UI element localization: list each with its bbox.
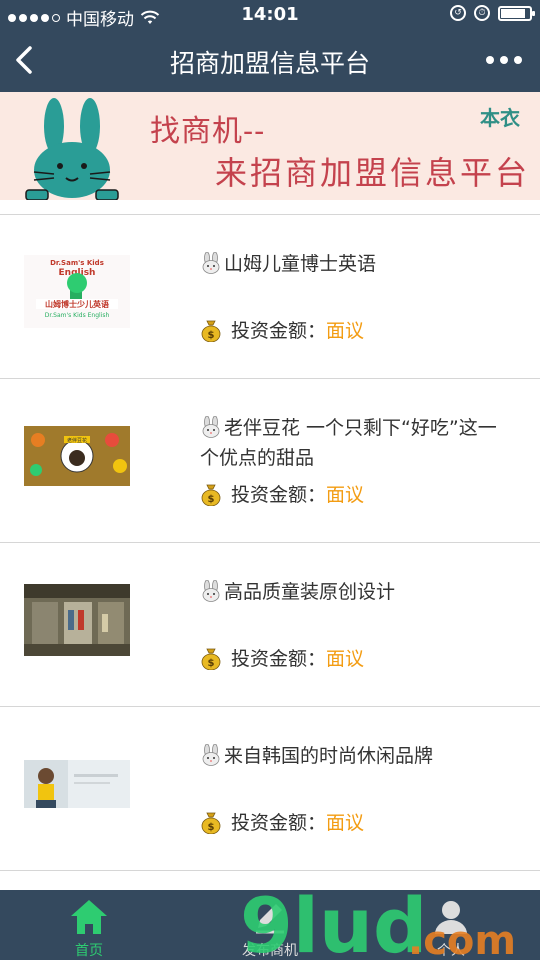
tab-label: 首页 bbox=[75, 943, 103, 959]
svg-text:Dr.Sam's Kids: Dr.Sam's Kids bbox=[50, 259, 104, 267]
item-thumbnail: 老伴豆花 bbox=[24, 426, 130, 486]
list-item[interactable]: 老伴豆花 老伴豆花 一个只剩下“好吃”这一个优点的甜品 $ 投资金额： 面议 bbox=[0, 379, 540, 543]
list-top-divider bbox=[0, 200, 540, 215]
money-bag-icon: $ bbox=[201, 484, 221, 506]
nav-bar: 招商加盟信息平台 bbox=[0, 30, 540, 92]
tab-bar: 首页 发布商机 个人 bbox=[0, 890, 540, 960]
svg-text:$: $ bbox=[208, 658, 215, 669]
page-title: 招商加盟信息平台 bbox=[169, 49, 370, 78]
svg-text:$: $ bbox=[208, 494, 215, 505]
item-thumbnail: Dr.Sam's Kids English 山姆博士少儿英语 Dr.Sam's … bbox=[24, 255, 130, 328]
item-invest: $ 投资金额： 面议 bbox=[200, 480, 364, 507]
franchise-list: Dr.Sam's Kids English 山姆博士少儿英语 Dr.Sam's … bbox=[0, 200, 540, 871]
rabbit-icon bbox=[202, 580, 220, 602]
invest-value: 面议 bbox=[326, 484, 365, 506]
item-thumbnail bbox=[24, 760, 130, 808]
home-icon bbox=[71, 900, 107, 934]
invest-label: 投资金额： bbox=[231, 320, 327, 342]
item-name-text: 来自韩国的时尚休闲品牌 bbox=[224, 745, 434, 767]
rabbit-icon bbox=[202, 252, 220, 274]
banner-line1: 找商机-- bbox=[150, 114, 266, 149]
item-name[interactable]: 老伴豆花 一个只剩下“好吃”这一个优点的甜品 bbox=[200, 413, 500, 473]
rabbit-icon bbox=[202, 744, 220, 766]
item-name[interactable]: 来自韩国的时尚休闲品牌 bbox=[200, 741, 500, 771]
thumb-title-text: 老伴豆花 bbox=[67, 437, 87, 444]
list-item[interactable]: 来自韩国的时尚休闲品牌 $ 投资金额： 面议 bbox=[0, 707, 540, 871]
status-bar: 中国移动 14:01 ↺ ⏱ bbox=[0, 0, 540, 30]
item-thumbnail bbox=[24, 584, 130, 656]
tab-label: 发布商机 bbox=[242, 943, 298, 959]
invest-label: 投资金额： bbox=[231, 484, 327, 506]
item-invest: $ 投资金额： 面议 bbox=[200, 644, 364, 671]
rabbit-logo-icon bbox=[25, 98, 119, 200]
item-name-text: 老伴豆花 一个只剩下“好吃”这一个优点的甜品 bbox=[200, 417, 497, 469]
status-right: ↺ ⏱ bbox=[450, 5, 535, 21]
tab-publish[interactable]: 发布商机 bbox=[210, 898, 330, 959]
tab-label: 个人 bbox=[437, 943, 465, 959]
user-icon bbox=[435, 901, 467, 934]
edit-icon bbox=[256, 904, 284, 934]
banner-brand: 本衣 bbox=[480, 106, 520, 130]
promo-banner[interactable]: 找商机-- 来招商加盟信息平台 本衣 bbox=[0, 92, 540, 200]
rabbit-icon bbox=[202, 416, 220, 438]
invest-label: 投资金额： bbox=[231, 648, 327, 670]
more-menu-icon[interactable] bbox=[486, 56, 522, 64]
money-bag-icon: $ bbox=[201, 812, 221, 834]
item-name-text: 高品质童装原创设计 bbox=[224, 581, 396, 603]
item-name[interactable]: 高品质童装原创设计 bbox=[200, 577, 500, 607]
tab-profile[interactable]: 个人 bbox=[391, 898, 511, 959]
banner-line2: 来招商加盟信息平台 bbox=[215, 154, 531, 192]
money-bag-icon: $ bbox=[201, 648, 221, 670]
svg-text:Dr.Sam's Kids English: Dr.Sam's Kids English bbox=[45, 312, 110, 319]
item-name-text: 山姆儿童博士英语 bbox=[224, 253, 377, 275]
item-invest: $ 投资金额： 面议 bbox=[200, 316, 364, 343]
alarm-icon: ⏱ bbox=[474, 5, 490, 21]
svg-text:$: $ bbox=[208, 822, 215, 833]
item-invest: $ 投资金额： 面议 bbox=[200, 808, 364, 835]
invest-value: 面议 bbox=[326, 648, 365, 670]
invest-label: 投资金额： bbox=[231, 812, 327, 834]
rotation-lock-icon: ↺ bbox=[450, 5, 466, 21]
invest-value: 面议 bbox=[326, 320, 365, 342]
svg-text:$: $ bbox=[208, 330, 215, 341]
list-item[interactable]: 高品质童装原创设计 $ 投资金额： 面议 bbox=[0, 543, 540, 707]
money-bag-icon: $ bbox=[201, 320, 221, 342]
invest-value: 面议 bbox=[326, 812, 365, 834]
item-name[interactable]: 山姆儿童博士英语 bbox=[200, 249, 500, 279]
battery-icon bbox=[498, 5, 535, 21]
list-item[interactable]: Dr.Sam's Kids English 山姆博士少儿英语 Dr.Sam's … bbox=[0, 215, 540, 379]
thumb-cn-text: 山姆博士少儿英语 bbox=[45, 299, 109, 309]
tab-home[interactable]: 首页 bbox=[29, 898, 149, 959]
